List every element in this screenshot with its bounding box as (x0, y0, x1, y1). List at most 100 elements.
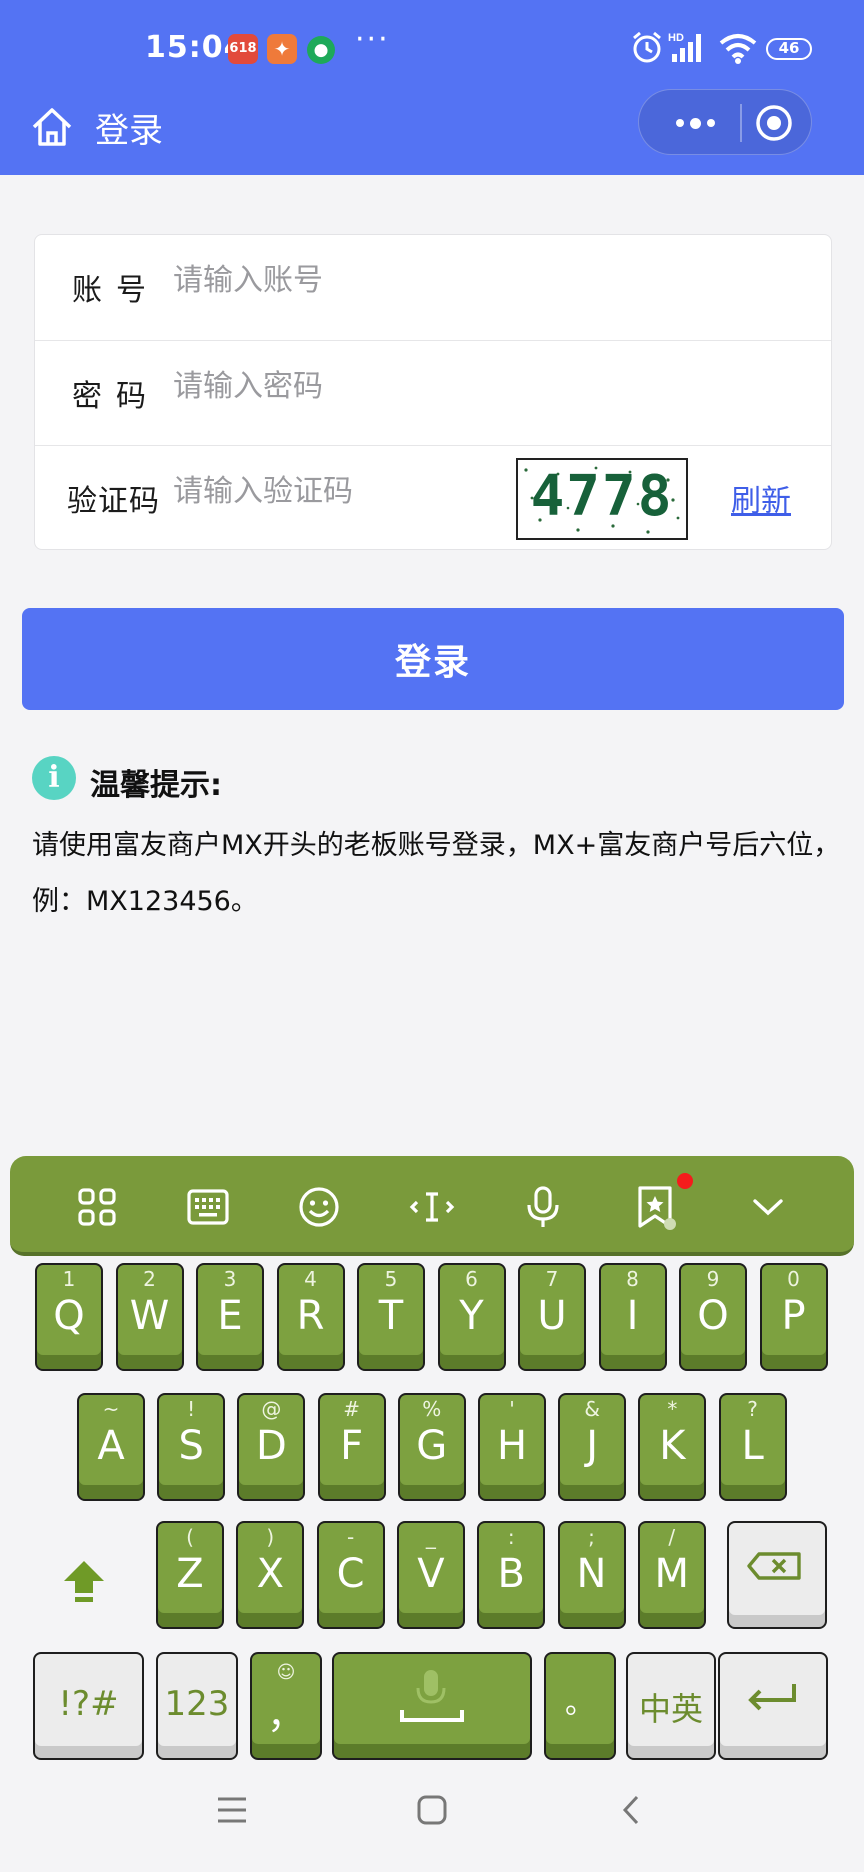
capsule-divider (740, 104, 742, 142)
chat-app-notification-icon: ● (307, 36, 335, 64)
key-y[interactable]: 6Y (437, 1263, 506, 1371)
key-i[interactable]: 8I (598, 1263, 667, 1371)
key-secondary-label: 6 (465, 1267, 478, 1291)
captcha-image[interactable]: 4778 (516, 458, 688, 540)
key-d[interactable]: @ D (237, 1393, 306, 1501)
enter-key[interactable] (718, 1652, 828, 1760)
alarm-icon (633, 31, 661, 63)
key-v[interactable]: _ V (396, 1521, 465, 1629)
account-input[interactable] (173, 255, 533, 305)
keyboard-icon[interactable] (183, 1182, 233, 1232)
key-x[interactable]: ) X (236, 1521, 305, 1629)
key-primary-label: I (626, 1293, 639, 1339)
page-title: 登录 (95, 111, 163, 151)
menu-icon[interactable] (214, 1792, 250, 1828)
key-primary-label: P (781, 1293, 806, 1339)
comma-alt-label: ☺ (276, 1662, 296, 1683)
emoji-icon[interactable] (294, 1182, 344, 1232)
key-secondary-label: 5 (384, 1267, 398, 1291)
comma-key-label: ， (266, 1693, 305, 1737)
key-secondary-label: 9 (706, 1267, 720, 1291)
login-button[interactable]: 登录 (22, 608, 844, 710)
more-notifications-icon: ··· (355, 22, 390, 57)
key-secondary-label: 7 (545, 1267, 559, 1291)
key-t[interactable]: 5T (357, 1263, 425, 1371)
numbers-key[interactable]: 123 (156, 1652, 238, 1760)
key-secondary-label: ( (186, 1525, 194, 1549)
title-bar: 登录 (0, 89, 864, 175)
key-primary-label: V (417, 1551, 445, 1597)
key-l[interactable]: ? L (718, 1393, 787, 1501)
key-w[interactable]: 2W (115, 1263, 184, 1371)
key-primary-label: S (178, 1423, 204, 1469)
key-secondary-label: @ (261, 1397, 282, 1421)
new-badge-dot (677, 1173, 693, 1189)
login-form: 账号 密码 验证码 4778 刷新 (34, 234, 832, 550)
key-n[interactable]: ; N (557, 1521, 626, 1629)
shift-arrow-icon (64, 1561, 104, 1602)
key-secondary-label: : (507, 1525, 515, 1549)
numbers-key-label: 123 (164, 1684, 230, 1724)
backspace-key[interactable] (727, 1521, 827, 1629)
symbols-key[interactable]: !?# (33, 1652, 144, 1760)
key-s[interactable]: ! S (157, 1393, 226, 1501)
key-e[interactable]: 3E (196, 1263, 264, 1371)
key-primary-label: X (256, 1551, 284, 1597)
key-primary-label: L (741, 1423, 764, 1469)
key-primary-label: K (659, 1423, 686, 1469)
status-bar: 15:04 618 ✦ ● ··· HD 46 (0, 0, 864, 95)
period-key[interactable]: 。 (544, 1652, 616, 1760)
key-j[interactable]: & J (558, 1393, 627, 1501)
home-icon[interactable] (30, 105, 74, 149)
key-c[interactable]: -C (316, 1521, 385, 1629)
key-secondary-label: 8 (626, 1267, 639, 1291)
captcha-input[interactable] (173, 466, 493, 516)
back-icon[interactable] (614, 1792, 650, 1828)
key-f[interactable]: # F (317, 1393, 386, 1501)
key-b[interactable]: :B (477, 1521, 546, 1629)
microphone-icon[interactable] (518, 1182, 568, 1232)
apps-grid-icon[interactable] (72, 1182, 122, 1232)
svg-text:HD: HD (668, 32, 684, 44)
password-input[interactable] (173, 361, 533, 411)
cursor-icon[interactable] (407, 1182, 457, 1232)
key-o[interactable]: 9O (679, 1263, 747, 1371)
language-switch-key[interactable]: 中英 (626, 1652, 716, 1760)
key-primary-label: Q (53, 1293, 85, 1339)
key-q[interactable]: 1Q (35, 1263, 103, 1371)
comma-key[interactable]: ☺ ， (250, 1652, 322, 1760)
language-switch-label: 中英 (638, 1690, 703, 1728)
key-p[interactable]: 0P (759, 1263, 828, 1371)
home-square-icon[interactable] (414, 1792, 450, 1828)
bookmark-star-icon[interactable] (630, 1182, 680, 1232)
shift-key[interactable] (32, 1525, 136, 1629)
keyboard-toolbar (10, 1156, 854, 1256)
key-h[interactable]: ' H (478, 1393, 546, 1501)
backspace-icon (747, 1552, 801, 1580)
captcha-refresh-link[interactable]: 刷新 (731, 476, 791, 520)
tips-section: i 温馨提示: 请使用富友商户MX开头的老板账号登录，MX+富友商户号后六位，例… (32, 754, 842, 930)
key-primary-label: C (336, 1551, 365, 1597)
key-g[interactable]: % G (397, 1393, 466, 1501)
key-secondary-label: ? (747, 1397, 758, 1421)
key-primary-label: Y (459, 1293, 484, 1339)
key-m[interactable]: / M (637, 1521, 706, 1629)
key-primary-label: R (296, 1293, 325, 1339)
captcha-label: 验证码 (67, 484, 160, 519)
key-secondary-label: ' (509, 1397, 515, 1421)
key-primary-label: A (97, 1423, 125, 1469)
key-r[interactable]: 4R (276, 1263, 345, 1371)
key-primary-label: O (697, 1293, 729, 1339)
info-icon: i (32, 756, 76, 800)
collapse-chevron-icon[interactable] (743, 1182, 793, 1232)
key-z[interactable]: (Z (156, 1521, 224, 1629)
dot-icon (675, 119, 684, 127)
more-menu-button[interactable] (655, 90, 735, 156)
shopping-app-notification-icon: 618 (228, 34, 258, 64)
key-u[interactable]: 7U (518, 1263, 586, 1371)
space-key[interactable] (332, 1652, 532, 1760)
key-a[interactable]: ~ A (77, 1393, 145, 1501)
close-miniprogram-button[interactable] (749, 100, 799, 146)
password-label: 密码 (72, 379, 160, 414)
key-k[interactable]: * K (638, 1393, 707, 1501)
